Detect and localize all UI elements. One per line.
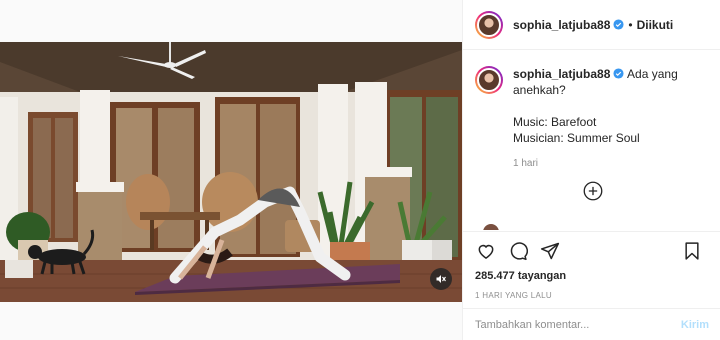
share-button[interactable] xyxy=(539,240,561,262)
caption-text-block: sophia_latjuba88 Ada yang anehkah? Music… xyxy=(513,66,708,172)
comment-form: Kirim xyxy=(463,308,720,340)
media-panel xyxy=(0,0,462,340)
heart-icon xyxy=(478,244,494,259)
caption-music: Music: Barefoot xyxy=(513,115,597,129)
load-more-comments-button[interactable] xyxy=(583,181,603,201)
avatar[interactable] xyxy=(475,10,503,39)
comment-input[interactable] xyxy=(475,318,681,331)
caption-username[interactable]: sophia_latjuba88 xyxy=(513,67,610,81)
next-comment-avatar xyxy=(483,224,499,230)
post-sidebar: sophia_latjuba88 • Diikuti sophia_latjub… xyxy=(462,0,720,340)
caption: sophia_latjuba88 Ada yang anehkah? Music… xyxy=(475,66,709,172)
video-frame xyxy=(0,42,462,302)
instagram-post: sophia_latjuba88 • Diikuti sophia_latjub… xyxy=(0,0,720,340)
comment-bubble-icon xyxy=(510,242,528,261)
paper-plane-icon xyxy=(540,242,560,260)
mute-button[interactable] xyxy=(430,268,452,290)
caption-time[interactable]: 1 hari xyxy=(513,156,708,172)
header-username[interactable]: sophia_latjuba88 xyxy=(513,18,610,32)
verified-badge-icon xyxy=(613,68,624,79)
comments-area: sophia_latjuba88 Ada yang anehkah? Music… xyxy=(463,50,720,230)
caption-avatar[interactable] xyxy=(475,66,503,94)
post-timestamp[interactable]: 1 HARI YANG LALU xyxy=(475,291,709,300)
separator-dot: • xyxy=(628,17,633,32)
post-header: sophia_latjuba88 • Diikuti xyxy=(463,0,720,50)
save-button[interactable] xyxy=(681,240,703,262)
video-player[interactable] xyxy=(0,42,462,302)
like-button[interactable] xyxy=(475,240,497,262)
bookmark-icon xyxy=(685,242,699,260)
following-button[interactable]: Diikuti xyxy=(637,18,674,32)
comment-button[interactable] xyxy=(507,240,529,262)
post-actions: 285.477 tayangan 1 HARI YANG LALU xyxy=(463,231,720,300)
view-count[interactable]: 285.477 tayangan xyxy=(475,270,709,282)
post-comment-button[interactable]: Kirim xyxy=(681,319,709,331)
speaker-muted-icon xyxy=(436,275,446,283)
plus-circle-icon xyxy=(583,181,603,201)
caption-musician: Musician: Summer Soul xyxy=(513,131,640,145)
verified-badge-icon xyxy=(613,19,624,30)
